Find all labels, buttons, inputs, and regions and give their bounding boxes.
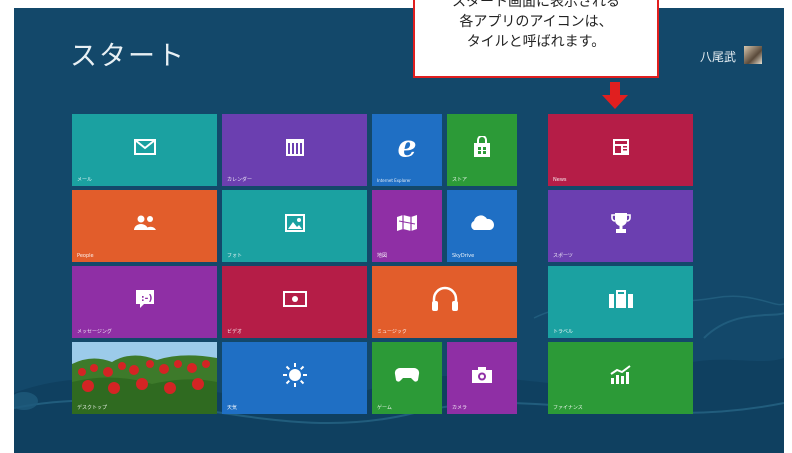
tile-label: Internet Explorer: [377, 178, 411, 183]
internet-explorer-icon: e: [397, 129, 417, 165]
mail-icon: [133, 139, 156, 156]
tile-label: ビデオ: [227, 329, 243, 335]
tile-desktop[interactable]: デスクトップ: [72, 342, 217, 414]
suitcase-icon: [608, 290, 633, 309]
tile-video[interactable]: ビデオ: [222, 266, 367, 338]
callout-line-2: 各アプリのアイコンは、: [459, 14, 613, 30]
tile-travel[interactable]: トラベル: [548, 266, 693, 338]
tile-label: ストア: [452, 177, 468, 183]
tile-label: カメラ: [452, 405, 468, 411]
map-icon: [397, 215, 417, 232]
news-icon: [612, 139, 629, 156]
callout-arrow-shaft: [610, 82, 620, 96]
tile-music[interactable]: ミュージック: [372, 266, 517, 338]
tile-label: People: [77, 253, 94, 259]
photo-icon: [284, 214, 305, 233]
user-name[interactable]: 八尾武: [700, 48, 736, 65]
user-avatar[interactable]: [744, 46, 762, 64]
annotation-callout: スタート画面に表示される 各アプリのアイコンは、 タイルと呼ばれます。: [413, 0, 659, 78]
calendar-icon: [285, 139, 304, 157]
tile-label: 地図: [377, 253, 388, 259]
video-icon: [282, 291, 307, 308]
store-icon: [474, 136, 490, 158]
people-icon: [133, 215, 156, 231]
tile-messaging[interactable]: :-) メッセージング: [72, 266, 217, 338]
tile-news[interactable]: News: [548, 114, 693, 186]
tile-label: フォト: [227, 253, 243, 259]
tile-label: メッセージング: [77, 329, 112, 335]
tile-label: カレンダー: [227, 177, 253, 183]
start-title: スタート: [70, 41, 186, 72]
cloud-icon: [471, 215, 495, 231]
tile-label: スポーツ: [553, 253, 573, 259]
tile-photos[interactable]: フォト: [222, 190, 367, 262]
tile-skydrive[interactable]: SkyDrive: [447, 190, 517, 262]
gamepad-icon: [394, 368, 420, 382]
messaging-icon: :-): [135, 290, 154, 309]
tile-label: ミュージック: [377, 329, 407, 335]
tile-label: メール: [77, 177, 93, 183]
tile-internet-explorer[interactable]: e Internet Explorer: [372, 114, 442, 186]
svg-text::-): :-): [141, 294, 152, 304]
tile-finance[interactable]: ファイナンス: [548, 342, 693, 414]
tile-store[interactable]: ストア: [447, 114, 517, 186]
tile-label: News: [553, 177, 567, 183]
tile-people[interactable]: People: [72, 190, 217, 262]
trophy-icon: [610, 213, 631, 234]
tile-maps[interactable]: 地図: [372, 190, 442, 262]
tile-label: 天気: [227, 405, 238, 411]
tile-label: SkyDrive: [452, 253, 475, 259]
sun-icon: [282, 363, 307, 388]
tile-label: トラベル: [553, 329, 574, 335]
tile-camera[interactable]: カメラ: [447, 342, 517, 414]
tile-sports[interactable]: スポーツ: [548, 190, 693, 262]
start-screen: スタート 八尾武 メール カレンダー e Internet Explorer ス…: [14, 8, 784, 453]
callout-line-1: スタート画面に表示される: [452, 0, 620, 10]
camera-icon: [472, 367, 492, 384]
tile-games[interactable]: ゲーム: [372, 342, 442, 414]
chart-up-icon: [609, 365, 631, 385]
tile-weather[interactable]: 天気: [222, 342, 367, 414]
tile-label: ファイナンス: [553, 405, 583, 411]
headphones-icon: [431, 286, 458, 312]
tile-label: デスクトップ: [77, 405, 108, 411]
tile-calendar[interactable]: カレンダー: [222, 114, 367, 186]
callout-line-3: タイルと呼ばれます。: [466, 34, 606, 50]
tile-label: ゲーム: [377, 405, 392, 411]
callout-arrow-down-icon: [602, 95, 628, 109]
tile-mail[interactable]: メール: [72, 114, 217, 186]
